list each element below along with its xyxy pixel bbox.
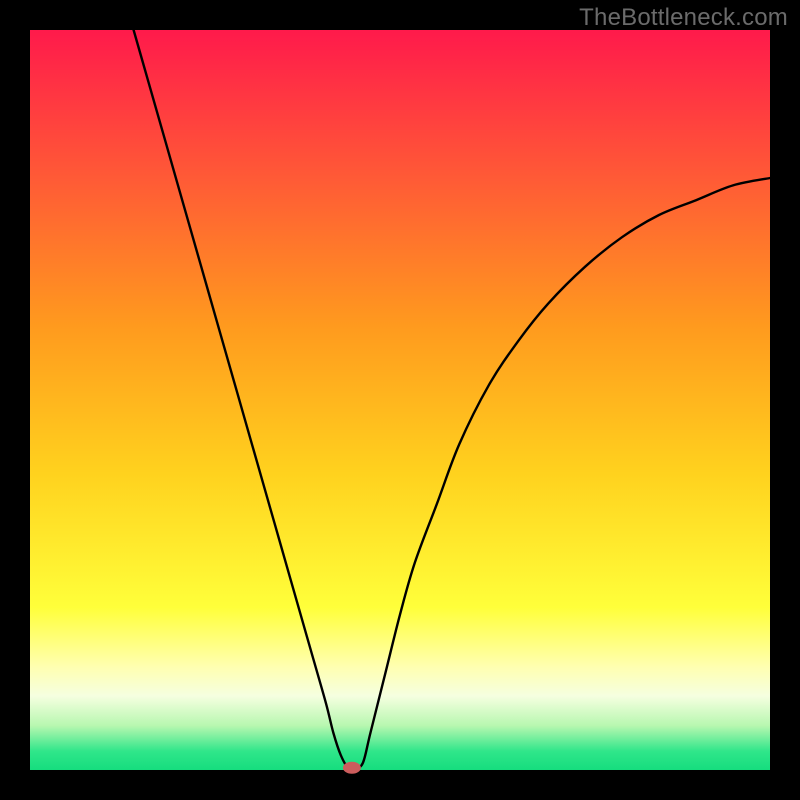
bottleneck-marker xyxy=(343,762,361,774)
watermark-text: TheBottleneck.com xyxy=(579,4,788,32)
chart-svg xyxy=(0,0,800,800)
chart-frame: TheBottleneck.com xyxy=(0,0,800,800)
plot-background xyxy=(30,30,770,770)
